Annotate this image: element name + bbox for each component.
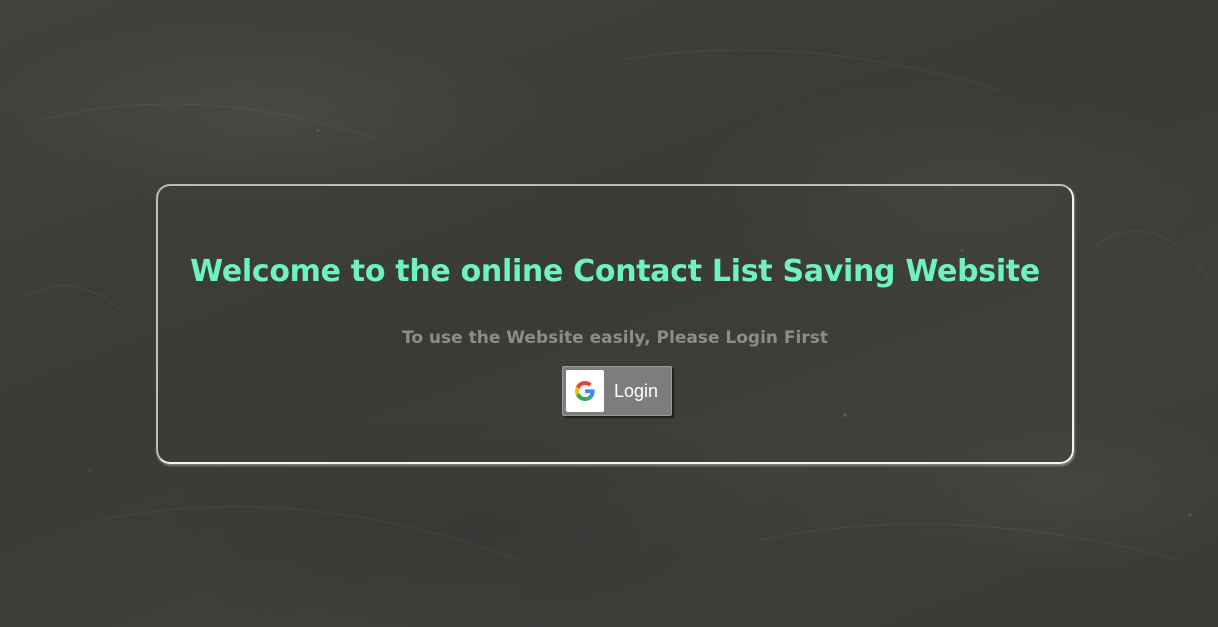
login-instruction: To use the Website easily, Please Login … — [401, 328, 828, 348]
page-background: { "card": { "title": "Welcome to the onl… — [0, 0, 1218, 627]
welcome-title: Welcome to the online Contact List Savin… — [190, 254, 1040, 289]
google-icon-box — [566, 370, 604, 412]
google-login-button[interactable]: Login — [562, 366, 672, 416]
login-card: Welcome to the online Contact List Savin… — [156, 184, 1074, 464]
google-icon — [575, 381, 595, 401]
login-button-label: Login — [614, 380, 659, 401]
